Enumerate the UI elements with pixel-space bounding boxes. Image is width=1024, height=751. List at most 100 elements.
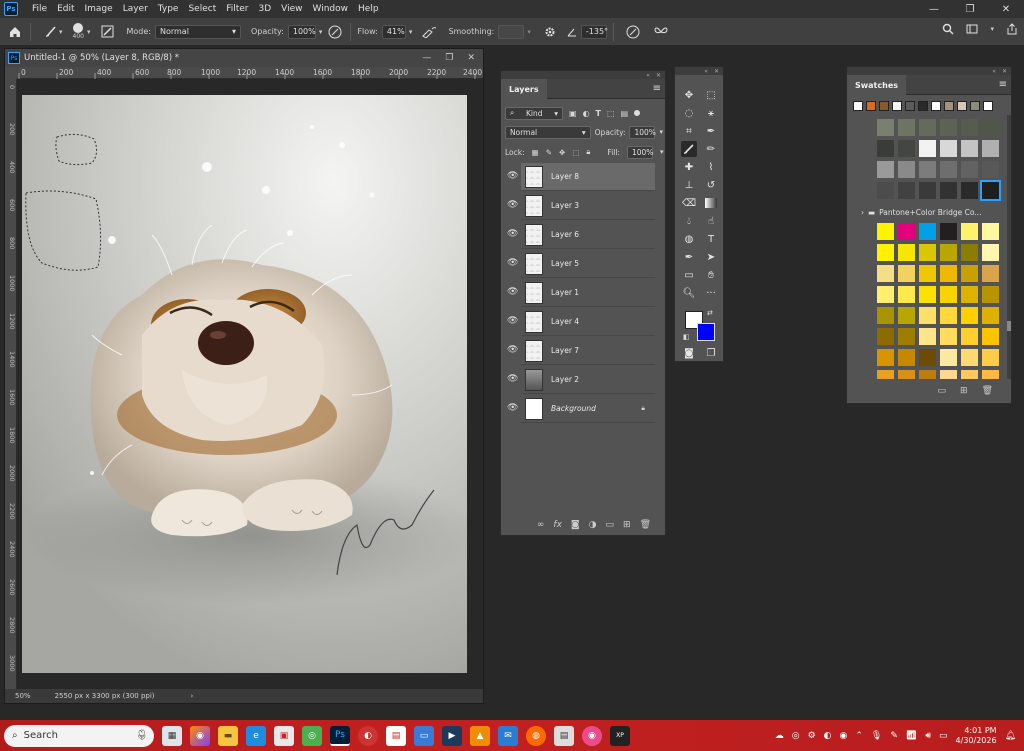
canvas-area[interactable] [17, 79, 483, 689]
cloud-icon[interactable]: ☁ [775, 731, 784, 741]
swatch[interactable] [877, 140, 894, 157]
share-icon[interactable] [1006, 23, 1018, 35]
volume-icon[interactable]: 🔊︎ [925, 731, 931, 741]
swatch[interactable] [877, 328, 894, 345]
app-icon[interactable]: ▣ [274, 725, 294, 746]
minimize-button[interactable]: — [916, 0, 952, 18]
airbrush-icon[interactable] [420, 23, 438, 41]
swatch[interactable] [919, 328, 936, 345]
swatch[interactable] [898, 182, 915, 199]
swatch[interactable] [898, 223, 915, 240]
chevron-down-icon[interactable]: ▾ [527, 28, 531, 36]
swatch[interactable] [961, 328, 978, 345]
eye-icon[interactable]: 👁︎ [507, 374, 518, 384]
opacity-input[interactable]: 100% [287, 24, 316, 39]
pressure-size-icon[interactable] [624, 23, 642, 41]
swatch[interactable] [961, 161, 978, 178]
lock-pixels-icon[interactable]: ✎ [546, 148, 552, 157]
brush-settings-icon[interactable] [98, 23, 116, 41]
menu-file[interactable]: File [32, 0, 47, 18]
chevron-down-icon[interactable]: ▾ [660, 148, 664, 156]
gradient-tool-icon[interactable] [703, 195, 719, 211]
type-tool-icon[interactable]: T [703, 231, 719, 247]
status-menu-arrow[interactable]: › [191, 692, 194, 700]
healing-tool-icon[interactable]: ✚ [681, 159, 697, 175]
recent-swatch[interactable] [866, 101, 876, 111]
swatch[interactable] [877, 161, 894, 178]
xp-pen-icon[interactable]: XP [610, 725, 630, 746]
swatch[interactable] [940, 370, 957, 379]
background-color-swatch[interactable] [697, 323, 715, 341]
quick-mask-icon[interactable]: ◙ [681, 345, 697, 361]
recent-swatch[interactable] [879, 101, 889, 111]
swatch[interactable] [982, 140, 999, 157]
fx-icon[interactable]: fx [553, 520, 562, 530]
pen-tool-icon[interactable]: ✒ [681, 249, 697, 265]
tab-swatches[interactable]: Swatches [847, 75, 906, 95]
swatch[interactable] [919, 140, 936, 157]
zoom-tool-icon[interactable]: 🔍︎ [681, 285, 697, 301]
layer-row-layer-2[interactable]: 👁︎ Layer 2 [507, 366, 655, 394]
layer-row-layer-5[interactable]: 👁︎ Layer 5 [507, 250, 655, 278]
swatch[interactable] [961, 244, 978, 261]
swatch[interactable] [919, 182, 936, 199]
panel-menu-icon[interactable]: ≡ [653, 83, 661, 94]
swatch[interactable] [961, 265, 978, 282]
layer-row-layer-1[interactable]: 👁︎ Layer 1 [507, 279, 655, 307]
rectangle-tool-icon[interactable]: ▭ [681, 267, 697, 283]
flow-input[interactable]: 41% [381, 24, 406, 39]
eye-icon[interactable]: 👁︎ [507, 258, 518, 268]
gear-icon[interactable] [541, 23, 559, 41]
swatch[interactable] [898, 265, 915, 282]
chevron-down-icon[interactable]: ▾ [409, 28, 413, 36]
zoom-level[interactable]: 50% [15, 692, 31, 700]
swatch[interactable] [961, 223, 978, 240]
mode-select[interactable]: Normal ▾ [154, 24, 241, 39]
eraser-tool-icon[interactable]: ⌫ [681, 195, 697, 211]
swatch[interactable] [898, 140, 915, 157]
vlc-icon[interactable]: ▲ [470, 725, 490, 746]
app-icon[interactable]: ▤ [554, 725, 574, 746]
tab-layers[interactable]: Layers [501, 79, 547, 99]
copilot-icon[interactable]: ◉ [190, 725, 210, 746]
new-layer-icon[interactable]: ⊞ [623, 520, 631, 530]
history-brush-tool-icon[interactable]: ↺ [703, 177, 719, 193]
battery-icon[interactable]: ▭ [939, 731, 948, 741]
photoshop-logo-icon[interactable]: Ps [4, 2, 18, 16]
link-layers-icon[interactable]: ∞ [537, 520, 545, 530]
menu-view[interactable]: View [281, 0, 302, 18]
settings-tray-icon[interactable]: ⚙ [808, 731, 816, 741]
recent-swatch[interactable] [931, 101, 941, 111]
swatch[interactable] [982, 370, 999, 379]
recent-swatch[interactable] [853, 101, 863, 111]
layer-opacity-input[interactable]: 100% [629, 125, 656, 139]
chevron-up-icon[interactable]: ⌃ [855, 731, 863, 741]
layer-row-layer-6[interactable]: 👁︎ Layer 6 [507, 221, 655, 249]
scrollbar-thumb[interactable] [1007, 321, 1011, 331]
swatch[interactable] [877, 307, 894, 324]
filter-shape-icon[interactable]: ⬚ [607, 109, 615, 118]
collapse-icon[interactable]: « [646, 72, 650, 79]
filter-adjustment-icon[interactable]: ◐ [583, 109, 590, 118]
search-icon[interactable] [942, 23, 954, 35]
hand-tool-icon[interactable]: ✋︎ [703, 267, 719, 283]
horizontal-ruler[interactable]: 0 200 400 600 800 1000 1200 1400 1600 18… [17, 67, 483, 79]
swatch[interactable] [919, 161, 936, 178]
lock-all-icon[interactable]: 🔒︎ [586, 147, 590, 157]
eyedropper-tool-icon[interactable]: ✒ [703, 123, 719, 139]
layer-row-layer-4[interactable]: 👁︎ Layer 4 [507, 308, 655, 336]
swatch[interactable] [940, 286, 957, 303]
menu-layer[interactable]: Layer [123, 0, 148, 18]
default-colors-icon[interactable]: ◧ [683, 333, 690, 341]
kind-filter-select[interactable]: ⌕ Kind ▾ [505, 106, 563, 120]
panel-close-icon[interactable]: ✕ [656, 72, 661, 79]
lock-transparent-icon[interactable]: ▦ [532, 148, 539, 157]
menu-image[interactable]: Image [85, 0, 113, 18]
document-tab[interactable]: Ps Untitled-1 @ 50% (Layer 8, RGB/8) * —… [5, 49, 483, 67]
outlook-icon[interactable]: ✉ [498, 725, 518, 746]
panel-header[interactable]: «✕ [847, 67, 1011, 75]
swatch[interactable] [940, 328, 957, 345]
crop-tool-icon[interactable]: ⌗ [681, 123, 697, 139]
chevron-down-icon[interactable]: ▾ [87, 28, 91, 36]
swatch[interactable] [982, 161, 999, 178]
